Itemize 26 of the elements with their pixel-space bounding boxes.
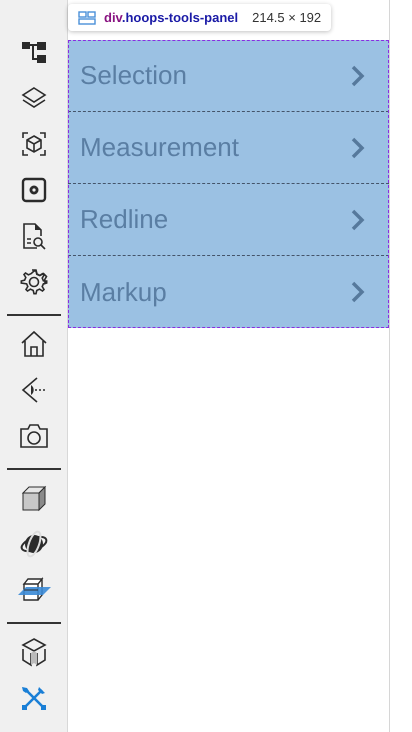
camera-icon — [18, 423, 48, 449]
panel-row[interactable]: Redline — [68, 184, 389, 256]
row-label: Redline — [80, 204, 168, 235]
tree-icon — [20, 39, 46, 65]
panel-row[interactable]: Markup — [68, 256, 389, 328]
cube-frame-icon — [20, 131, 46, 157]
element-selector: div.hoops-tools-panel — [104, 10, 238, 25]
chevron-icon — [351, 136, 365, 158]
boxes-icon — [20, 637, 48, 667]
row-label: Measurement — [80, 132, 239, 163]
eye-icon — [20, 376, 48, 404]
cube-icon — [20, 484, 48, 512]
layers-icon — [20, 85, 46, 111]
chevron-icon — [351, 208, 365, 230]
chevron-icon — [351, 64, 365, 86]
chevron-icon — [351, 281, 365, 303]
home-icon — [20, 330, 48, 358]
panel-row[interactable]: Selection — [68, 40, 389, 112]
row-label: Markup — [80, 276, 167, 308]
panel-row[interactable]: Measurement — [68, 112, 389, 184]
orbit-icon — [18, 529, 48, 559]
document-search-icon — [20, 222, 46, 250]
element-size: 214.5 × 192 — [252, 10, 322, 25]
row-label: Selection — [80, 60, 187, 91]
tools-icon — [20, 684, 48, 712]
grid-icon — [78, 10, 96, 24]
